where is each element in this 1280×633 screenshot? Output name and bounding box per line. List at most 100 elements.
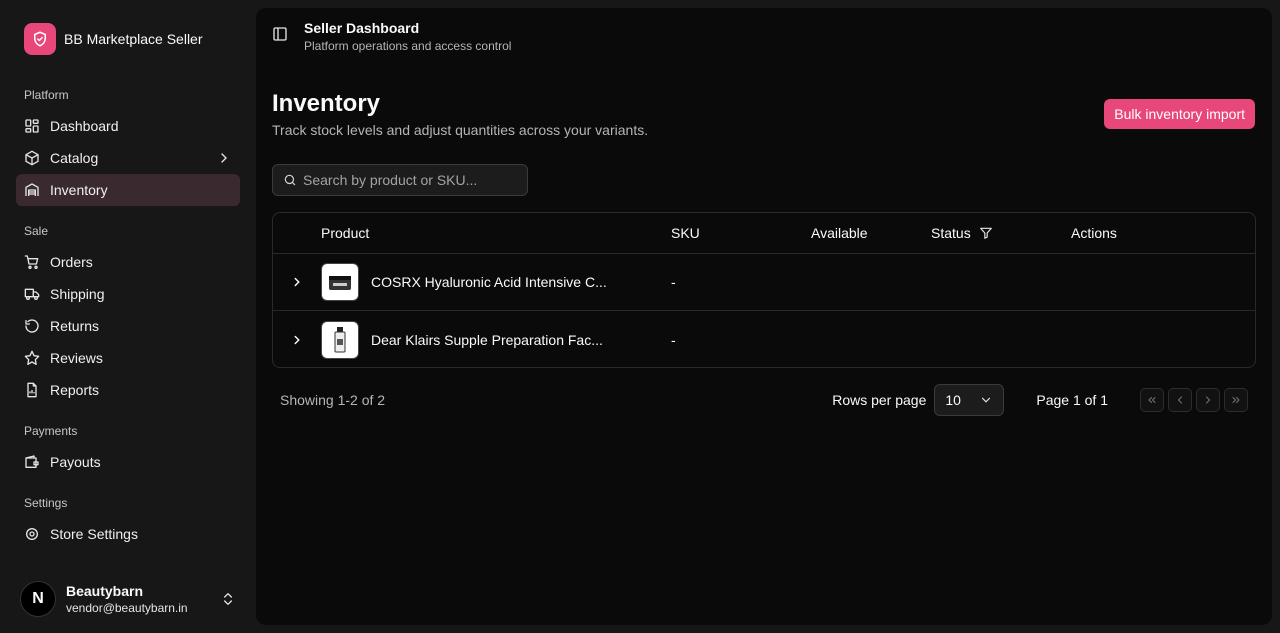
sidebar-item-label: Shipping bbox=[50, 286, 105, 302]
showing-count: Showing 1-2 of 2 bbox=[280, 392, 386, 408]
cart-icon bbox=[24, 255, 39, 269]
brand-name: BB Marketplace Seller bbox=[64, 31, 203, 47]
chevron-right-icon bbox=[294, 335, 300, 344]
truck-icon bbox=[24, 288, 40, 300]
search-icon bbox=[284, 174, 296, 186]
page-heading: Inventory Track stock levels and adjust … bbox=[272, 90, 648, 138]
settings-icon bbox=[26, 528, 38, 540]
user-info: Beautybarn vendor@beautybarn.in bbox=[66, 583, 210, 615]
sidebar-item-dashboard[interactable]: Dashboard bbox=[16, 110, 240, 142]
sidebar-item-store-settings[interactable]: Store Settings bbox=[16, 518, 240, 550]
sidebar: BB Marketplace Seller Platform Dashboard… bbox=[0, 0, 256, 633]
next-page-button[interactable] bbox=[1196, 388, 1220, 412]
nav-group-payments: Payments Payouts bbox=[16, 414, 240, 478]
nav-group-platform: Platform Dashboard Catalog Inventory bbox=[16, 78, 240, 206]
topbar-title: Seller Dashboard bbox=[304, 20, 420, 36]
pagination bbox=[1140, 388, 1256, 412]
chevrons-up-down-icon bbox=[224, 593, 232, 605]
nav-group-sale: Sale Orders Shipping Returns Reviews Rep… bbox=[16, 214, 240, 406]
sidebar-item-inventory[interactable]: Inventory bbox=[16, 174, 240, 206]
rows-per-page-select[interactable]: 10 bbox=[934, 384, 1005, 416]
header-actions: Actions bbox=[1071, 225, 1117, 241]
rows-per-page-label: Rows per page bbox=[832, 392, 927, 408]
sidebar-item-reviews[interactable]: Reviews bbox=[16, 342, 240, 374]
sidebar-nav: Platform Dashboard Catalog Inventory Sal… bbox=[0, 70, 256, 633]
nav-group-label: Platform bbox=[24, 88, 69, 102]
search-input[interactable] bbox=[303, 172, 513, 188]
expand-row-button[interactable] bbox=[273, 275, 321, 289]
sidebar-item-orders[interactable]: Orders bbox=[16, 246, 240, 278]
wallet-icon bbox=[25, 455, 39, 468]
product-thumbnail bbox=[321, 263, 359, 301]
product-cell: COSRX Hyaluronic Acid Intensive C... bbox=[321, 263, 671, 301]
panel-left-icon bbox=[273, 27, 287, 41]
page-header: Inventory Track stock levels and adjust … bbox=[272, 90, 1255, 138]
table-header: Product SKU Available Status Actions bbox=[273, 213, 1255, 254]
header-sku[interactable]: SKU bbox=[671, 225, 811, 241]
header-status[interactable]: Status bbox=[931, 225, 1071, 241]
search-box bbox=[272, 164, 528, 196]
report-icon bbox=[27, 382, 37, 398]
nav-group-label: Sale bbox=[24, 224, 49, 238]
chevron-right-icon bbox=[221, 153, 227, 163]
sidebar-item-label: Inventory bbox=[50, 182, 108, 198]
header-status-label: Status bbox=[931, 225, 971, 241]
table-row[interactable]: COSRX Hyaluronic Acid Intensive C... - bbox=[273, 254, 1255, 311]
sidebar-item-catalog[interactable]: Catalog bbox=[16, 142, 240, 174]
box-icon bbox=[25, 150, 39, 166]
shield-logo-icon bbox=[24, 23, 56, 55]
chevrons-left-icon bbox=[1148, 397, 1156, 403]
sidebar-item-reports[interactable]: Reports bbox=[16, 374, 240, 406]
sidebar-toggle-button[interactable] bbox=[272, 20, 288, 47]
sku-cell: - bbox=[671, 331, 676, 348]
header-product[interactable]: Product bbox=[321, 225, 671, 241]
product-name: COSRX Hyaluronic Acid Intensive C... bbox=[371, 274, 607, 290]
page-info: Page 1 of 1 bbox=[1036, 392, 1108, 408]
user-email: vendor@beautybarn.in bbox=[66, 601, 188, 615]
chevron-right-icon bbox=[1206, 396, 1211, 404]
inventory-table: Product SKU Available Status Actions COS… bbox=[272, 212, 1256, 368]
returns-icon bbox=[25, 319, 39, 333]
last-page-button[interactable] bbox=[1224, 388, 1248, 412]
brand[interactable]: BB Marketplace Seller bbox=[0, 8, 256, 70]
sidebar-item-payouts[interactable]: Payouts bbox=[16, 446, 240, 478]
chevrons-right-icon bbox=[1232, 397, 1240, 403]
header-available[interactable]: Available bbox=[811, 225, 931, 241]
topbar-subtitle: Platform operations and access control bbox=[304, 39, 512, 53]
sku-cell: - bbox=[671, 274, 676, 290]
user-menu[interactable]: N Beautybarn vendor@beautybarn.in bbox=[0, 565, 256, 633]
sidebar-item-label: Reports bbox=[50, 382, 100, 398]
expand-row-button[interactable] bbox=[273, 333, 321, 347]
sidebar-item-label: Returns bbox=[50, 318, 100, 334]
sidebar-item-label: Dashboard bbox=[50, 118, 119, 134]
main-panel: Seller Dashboard Platform operations and… bbox=[256, 8, 1272, 625]
nav-group-settings: Settings Store Settings bbox=[16, 486, 240, 550]
product-name: Dear Klairs Supple Preparation Fac... bbox=[371, 331, 603, 348]
topbar-text: Seller Dashboard Platform operations and… bbox=[304, 20, 511, 54]
filter-icon[interactable] bbox=[979, 226, 993, 240]
chevron-down-icon bbox=[982, 397, 991, 403]
page-subtitle: Track stock levels and adjust quantities… bbox=[272, 122, 649, 138]
nav-group-label: Payments bbox=[24, 424, 78, 438]
avatar: N bbox=[20, 581, 56, 617]
star-icon bbox=[24, 350, 40, 365]
sidebar-item-returns[interactable]: Returns bbox=[16, 310, 240, 342]
sidebar-item-label: Reviews bbox=[50, 350, 103, 366]
topbar: Seller Dashboard Platform operations and… bbox=[256, 8, 1272, 60]
product-cell: Dear Klairs Supple Preparation Fac... bbox=[321, 320, 671, 359]
warehouse-icon bbox=[25, 183, 39, 196]
product-thumbnail bbox=[321, 320, 359, 359]
previous-page-button[interactable] bbox=[1168, 388, 1192, 412]
nav-group-label: Settings bbox=[24, 496, 68, 510]
table-footer: Showing 1-2 of 2 Rows per page 10 Page 1… bbox=[272, 384, 1256, 416]
sidebar-item-shipping[interactable]: Shipping bbox=[16, 278, 240, 310]
table-row[interactable]: Dear Klairs Supple Preparation Fac... - bbox=[273, 311, 1255, 367]
sidebar-item-label: Catalog bbox=[50, 150, 99, 166]
chevron-right-icon bbox=[294, 277, 300, 287]
bulk-inventory-import-button[interactable]: Bulk inventory import bbox=[1104, 99, 1255, 129]
chevron-left-icon bbox=[1177, 396, 1182, 404]
sidebar-item-label: Payouts bbox=[50, 454, 101, 470]
first-page-button[interactable] bbox=[1140, 388, 1164, 412]
dashboard-icon bbox=[25, 119, 39, 133]
page-title: Inventory bbox=[272, 90, 381, 117]
